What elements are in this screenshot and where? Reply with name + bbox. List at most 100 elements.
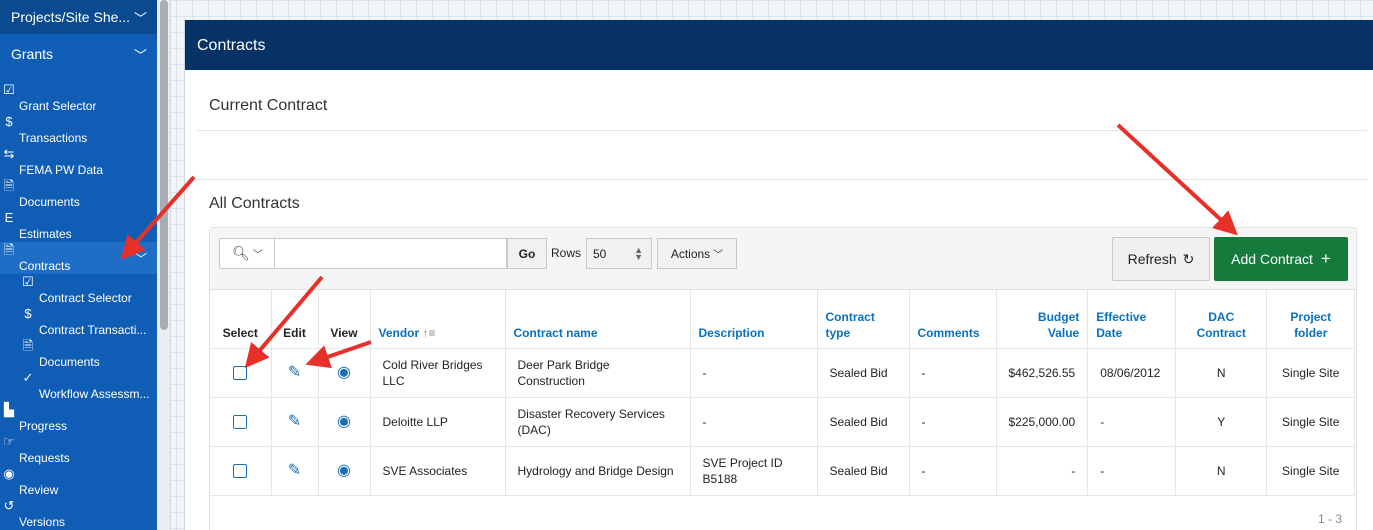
sidebar-scrollbar[interactable] — [157, 0, 171, 530]
refresh-label: Refresh — [1127, 251, 1177, 267]
cell-dac-contract: N — [1175, 348, 1268, 398]
pencil-icon[interactable]: ✎ — [288, 462, 301, 479]
cell-comments: - — [909, 446, 997, 496]
view-cell: ◉ — [318, 446, 371, 496]
cell-budget-value: $225,000.00 — [996, 397, 1089, 447]
rows-value: 50 — [593, 247, 607, 261]
eye-icon[interactable]: ◉ — [337, 462, 351, 479]
dollar-icon: $ — [24, 306, 32, 321]
cell-description: - — [690, 348, 818, 398]
cell-effective-date: 08/06/2012 — [1087, 348, 1177, 398]
cell-contract-name: Disaster Recovery Services (DAC) — [505, 397, 691, 447]
all-contracts-heading: All Contracts — [209, 195, 300, 212]
sidebar-item-label: Grants — [11, 46, 54, 62]
rows-label: Rows — [551, 246, 582, 260]
go-button[interactable]: Go — [507, 238, 547, 269]
sidebar: Projects/Site She... ﹀ Grants ﹀ ☑ Grant S… — [0, 0, 157, 530]
sort-asc-icon: ↑≡ — [422, 325, 436, 340]
sidebar-item-versions[interactable]: ↺ Versions — [0, 498, 157, 530]
sidebar-item-label: Contracts — [19, 259, 71, 273]
report-toolbar: 🔍︎ ﹀ Go Rows 50 ▲ ▼ Actions ﹀ Refresh ↻ Add … — [210, 228, 1356, 290]
select-checkbox[interactable] — [233, 464, 248, 479]
cell-vendor: Deloitte LLP — [370, 397, 506, 447]
chevron-down-icon: ﹀ — [134, 252, 147, 266]
sidebar-item-review[interactable]: ◉ Review — [0, 466, 157, 498]
sidebar-item-label: Review — [19, 483, 59, 497]
col-budget-value[interactable]: Budget Value — [996, 290, 1089, 349]
col-description[interactable]: Description — [690, 290, 818, 349]
sidebar-item-label: Documents — [19, 195, 80, 209]
scrollbar-thumb[interactable] — [160, 0, 168, 330]
project-selector[interactable]: Projects/Site She... ﹀ — [0, 0, 157, 34]
col-edit: Edit — [271, 290, 319, 349]
checkmark-icon: ✓ — [22, 370, 34, 385]
history-icon: ↺ — [3, 498, 15, 513]
rows-select[interactable]: 50 ▲ ▼ — [586, 238, 652, 269]
sidebar-item-label: FEMA PW Data — [19, 163, 104, 177]
col-view: View — [318, 290, 371, 349]
refresh-button[interactable]: Refresh ↻ — [1112, 237, 1210, 281]
sidebar-item-label: Grant Selector — [19, 99, 97, 113]
actions-label: Actions — [670, 246, 711, 261]
sidebar-item-label: Transactions — [19, 131, 88, 145]
sidebar-item-transactions[interactable]: $ Transactions — [0, 114, 157, 146]
eye-icon: ◉ — [3, 466, 15, 481]
chevron-down-icon: ﹀ — [713, 250, 724, 261]
sidebar-item-fema-pw-data[interactable]: ⇆ FEMA PW Data — [0, 146, 157, 178]
col-select: Select — [210, 290, 272, 349]
cell-comments: - — [909, 348, 997, 398]
cell-budget-value: $462,526.55 — [996, 348, 1089, 398]
sidebar-item-requests[interactable]: ☞ Requests — [0, 434, 157, 466]
cell-comments: - — [909, 397, 997, 447]
col-contract-name[interactable]: Contract name — [505, 290, 691, 349]
contracts-report: 🔍︎ ﹀ Go Rows 50 ▲ ▼ Actions ﹀ Refresh ↻ Add … — [209, 227, 1357, 530]
divider — [197, 130, 1367, 131]
col-effective-date[interactable]: Effective Date — [1087, 290, 1177, 349]
search-column-button[interactable]: 🔍︎ ﹀ — [219, 238, 275, 269]
chevron-down-icon: ﹀ — [133, 47, 147, 63]
add-contract-button[interactable]: Add Contract + — [1214, 237, 1348, 281]
sidebar-item-label: Versions — [19, 515, 66, 529]
sidebar-item-contract-transacti[interactable]: $ Contract Transacti... — [0, 306, 157, 338]
col-contract-type[interactable]: Contract type — [817, 290, 910, 349]
search-icon: 🔍︎ — [232, 245, 250, 261]
sidebar-item-label: Workflow Assessm... — [39, 387, 150, 401]
pencil-icon[interactable]: ✎ — [288, 413, 301, 430]
chevron-down-icon: ﹀ — [133, 10, 147, 26]
pencil-icon[interactable]: ✎ — [288, 364, 301, 381]
sidebar-item-progress[interactable]: ▙ Progress — [0, 402, 157, 434]
col-comments[interactable]: Comments — [909, 290, 997, 349]
sidebar-item-contract-selector[interactable]: ☑ Contract Selector — [0, 274, 157, 306]
plus-icon: + — [1320, 249, 1331, 268]
select-checkbox[interactable] — [233, 366, 248, 381]
select-checkbox[interactable] — [233, 415, 248, 430]
col-vendor[interactable]: Vendor ↑≡ — [370, 290, 506, 349]
sidebar-item-documents[interactable]: 🗎 Documents — [0, 338, 157, 370]
sidebar-item-label: Contract Transacti... — [39, 323, 147, 337]
check-square-icon: ☑ — [3, 82, 15, 97]
eye-icon[interactable]: ◉ — [337, 413, 351, 430]
sidebar-item-grant-selector[interactable]: ☑ Grant Selector — [0, 82, 157, 114]
contracts-card: Contracts Current Contract All Contracts… — [184, 20, 1373, 530]
sidebar-item-workflow-assessm[interactable]: ✓ Workflow Assessm... — [0, 370, 157, 402]
sidebar-item-estimates[interactable]: E Estimates — [0, 210, 157, 242]
sidebar-item-label: Documents — [39, 355, 100, 369]
cell-effective-date: - — [1087, 446, 1177, 496]
pdf-icon: 🗎 — [22, 338, 34, 353]
document-icon: 🗎 — [3, 242, 15, 257]
table-header-row: Select Edit View Vendor ↑≡ Contract name… — [210, 290, 1356, 349]
cell-dac-contract: N — [1175, 446, 1268, 496]
sidebar-item-documents[interactable]: 🗎 Documents — [0, 178, 157, 210]
sidebar-item-label: Progress — [19, 419, 68, 433]
cell-contract-name: Hydrology and Bridge Design — [505, 446, 691, 496]
eye-icon[interactable]: ◉ — [337, 364, 351, 381]
sidebar-item-contracts[interactable]: 🗎 Contracts ﹀ — [0, 242, 157, 274]
search-input[interactable] — [274, 238, 507, 269]
actions-menu-button[interactable]: Actions ﹀ — [657, 238, 737, 269]
sidebar-item-grants[interactable]: Grants ﹀ — [0, 34, 157, 74]
current-contract-heading: Current Contract — [209, 97, 328, 114]
add-contract-label: Add Contract — [1231, 251, 1313, 267]
col-dac-contract[interactable]: DAC Contract — [1175, 290, 1268, 349]
edit-cell: ✎ — [271, 397, 319, 447]
col-project-folder[interactable]: Project folder — [1266, 290, 1356, 349]
